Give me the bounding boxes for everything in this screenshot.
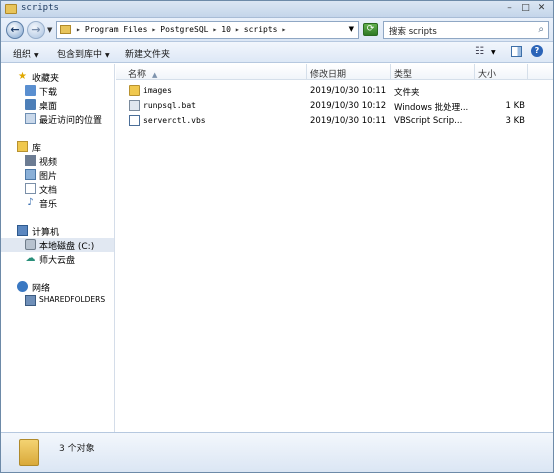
new-folder-button[interactable]: 新建文件夹 [125,47,170,60]
star-icon: ★ [18,71,27,82]
navigation-pane: ★ 收藏夹 下载 桌面 最近访问的位置 库 视频 图片 文档 ♪ 音乐 计算机 … [1,64,115,432]
column-divider[interactable] [527,64,528,80]
details-pane: 3 个对象 [1,432,553,472]
search-input[interactable]: 搜索 scripts ⌕ [383,21,549,39]
organize-button[interactable]: 组织 ▼ [13,47,39,60]
explorer-window: scripts – □ ✕ ← → ▼ ▸ Program Files ▸ Po… [0,0,554,473]
column-divider[interactable] [306,64,307,80]
desktop-icon [25,99,36,110]
nav-item-sharedfolders[interactable]: SHAREDFOLDERS [1,294,114,308]
nav-item-local-disk[interactable]: 本地磁盘 (C:) [1,238,114,252]
file-row[interactable]: images 2019/10/30 10:11 文件夹 [116,84,553,99]
music-note-icon: ♪ [27,197,34,208]
column-size[interactable]: 大小 [478,67,496,80]
view-options-icon[interactable]: ☷ [475,46,484,57]
breadcrumb-item[interactable]: Program Files [85,25,148,34]
chevron-right-icon[interactable]: ▸ [151,25,156,34]
downloads-icon [25,85,36,96]
library-icon [17,141,28,152]
column-type[interactable]: 类型 [394,67,412,80]
document-icon [25,183,36,194]
folder-icon [129,85,140,96]
minimize-button[interactable]: – [504,3,515,14]
search-icon[interactable]: ⌕ [538,24,544,35]
window-title: scripts [21,3,59,13]
nav-item-pictures[interactable]: 图片 [1,168,114,182]
script-file-icon [129,115,140,126]
cloud-icon: ☁ [25,253,36,264]
address-row: ← → ▼ ▸ Program Files ▸ PostgreSQL ▸ 10 … [1,18,553,42]
forward-button[interactable]: → [27,21,45,39]
refresh-button[interactable]: ⟳ [363,23,378,36]
folder-icon [5,4,17,14]
network-icon [17,281,28,292]
batch-file-icon [129,100,140,111]
nav-item-downloads[interactable]: 下载 [1,84,114,98]
column-divider[interactable] [474,64,475,80]
item-count: 3 个对象 [59,444,95,454]
computer-icon [17,225,28,236]
preview-pane-icon[interactable] [511,46,522,57]
video-icon [25,155,36,166]
folder-icon [60,25,71,34]
title-bar[interactable]: scripts – □ ✕ [1,1,553,18]
file-list: 名称 ▲ 修改日期 类型 大小 images 2019/10/30 10:11 文… [116,64,553,432]
maximize-button[interactable]: □ [520,3,531,14]
nav-item-music[interactable]: ♪ 音乐 [1,196,114,210]
nav-item-computer[interactable]: 计算机 [1,224,114,238]
nav-item-desktop[interactable]: 桌面 [1,98,114,112]
include-in-library-button[interactable]: 包含到库中 ▼ [57,47,110,60]
search-placeholder: 搜索 scripts [389,27,437,37]
breadcrumb: ▸ Program Files ▸ PostgreSQL ▸ 10 ▸ scri… [76,25,286,34]
nav-item-documents[interactable]: 文档 [1,182,114,196]
help-icon[interactable]: ? [531,45,543,57]
nav-item-network[interactable]: 网络 [1,280,114,294]
address-bar[interactable]: ▸ Program Files ▸ PostgreSQL ▸ 10 ▸ scri… [56,21,359,39]
column-name[interactable]: 名称 ▲ [128,67,157,80]
nav-item-recent[interactable]: 最近访问的位置 [1,112,114,126]
nav-item-videos[interactable]: 视频 [1,154,114,168]
hard-disk-icon [25,239,36,250]
breadcrumb-item[interactable]: PostgreSQL [160,25,208,34]
recent-pages-dropdown[interactable]: ▼ [47,26,52,34]
column-header: 名称 ▲ 修改日期 类型 大小 [116,64,553,80]
view-dropdown[interactable]: ▼ [491,49,496,56]
breadcrumb-item[interactable]: scripts [244,25,278,34]
column-divider[interactable] [390,64,391,80]
folder-icon [19,439,39,466]
address-dropdown[interactable]: ▼ [349,25,354,33]
nav-item-libraries[interactable]: 库 [1,140,114,154]
recent-places-icon [25,113,36,124]
file-row[interactable]: serverctl.vbs 2019/10/30 10:11 VBScript … [116,114,553,129]
network-share-icon [25,295,36,306]
nav-item-cloud-drive[interactable]: ☁ 师大云盘 [1,252,114,266]
close-button[interactable]: ✕ [536,3,547,14]
back-button[interactable]: ← [6,21,24,39]
nav-item-favorites[interactable]: ★ 收藏夹 [1,70,114,84]
chevron-right-icon[interactable]: ▸ [235,25,240,34]
sort-ascending-icon: ▲ [152,71,158,79]
breadcrumb-item[interactable]: 10 [221,25,231,34]
chevron-right-icon[interactable]: ▸ [212,25,217,34]
file-row[interactable]: runpsql.bat 2019/10/30 10:12 Windows 批处理… [116,99,553,114]
chevron-right-icon[interactable]: ▸ [76,25,81,34]
command-bar: 组织 ▼ 包含到库中 ▼ 新建文件夹 ☷ ▼ ? [1,42,553,63]
chevron-right-icon[interactable]: ▸ [281,25,286,34]
column-date[interactable]: 修改日期 [310,67,346,80]
picture-icon [25,169,36,180]
